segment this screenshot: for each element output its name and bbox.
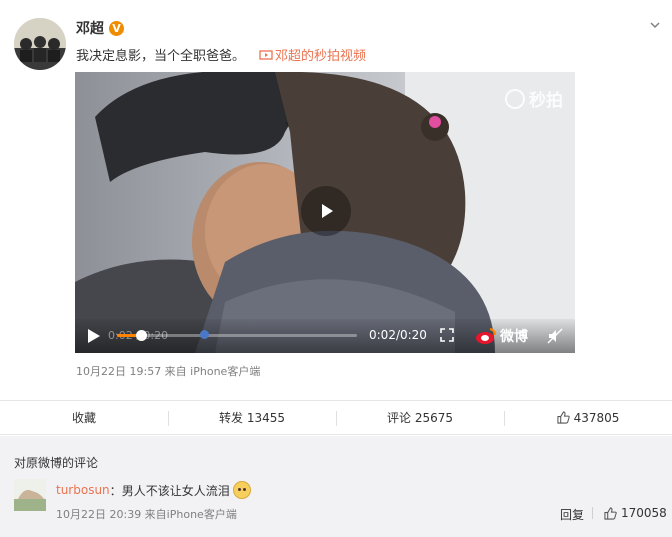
repost-button[interactable]: 转发 13455 [168,401,336,434]
progress-bar[interactable] [117,330,357,341]
comments-section: 对原微博的评论 turbosun ： 男人不该让女人流泪 10月22日 20:3… [0,436,672,537]
comment-like-button[interactable]: 170058 [604,506,667,520]
favorite-label: 收藏 [71,411,96,425]
comment-like-count: 170058 [621,506,667,520]
comment-line: turbosun ： 男人不该让女人流泪 [56,481,251,499]
video-link[interactable]: 邓超的秒拍视频 [259,45,366,64]
post-text-row: 我决定息影，当个全职爸爸。 邓超的秒拍视频 [76,45,366,64]
verified-badge-icon: V [109,20,124,36]
mute-icon[interactable] [547,328,563,344]
comment-button[interactable]: 评论 25675 [336,401,504,434]
action-bar: 收藏 转发 13455 评论 25675 437805 [0,400,672,435]
comment-user[interactable]: turbosun [56,483,110,497]
comment-separator: ： [109,483,122,498]
video-controls: 0:02 / 0:20 0:02/0:20 微博 [75,319,575,353]
play-icon [322,204,333,218]
fullscreen-icon[interactable] [440,328,454,342]
weibo-brand: 微博 [475,326,528,346]
comment-meta: 10月22日 20:39 来自iPhone客户端 [56,508,237,521]
like-count: 437805 [573,410,620,425]
watermark-icon [505,88,525,109]
divider [592,507,593,519]
weibo-brand-text: 微博 [500,329,528,345]
video-player[interactable]: 秒拍 0:02 / 0:20 0:02/0:20 [75,72,575,353]
emoji-icon [232,481,251,499]
video-link-icon [259,49,273,60]
time-display: 0:02/0:20 [369,328,427,342]
reply-button[interactable]: 回复 [560,506,584,523]
weibo-logo-icon [476,328,496,344]
buffer-indicator [200,330,209,339]
watermark: 秒拍 [505,86,563,111]
progress-knob[interactable] [136,330,147,341]
comment-text: 男人不该让女人流泪 [121,483,230,498]
thumbs-up-icon [604,506,617,520]
author-avatar[interactable] [14,18,66,70]
repost-label: 转发 13455 [219,411,285,425]
thumbs-up-icon [557,411,570,424]
author-name[interactable]: 邓超 [76,18,104,38]
video-link-label: 邓超的秒拍视频 [275,49,367,64]
weibo-post-card: 邓超 V 我决定息影，当个全职爸爸。 邓超的秒拍视频 秒拍 0:20 0:02/… [0,0,672,537]
favorite-button[interactable]: 收藏 [0,401,168,434]
post-meta[interactable]: 10月22日 19:57 来自 iPhone客户端 [76,363,260,379]
play-button[interactable] [301,186,351,236]
author-row: 邓超 V [76,18,124,38]
comment-avatar[interactable] [14,479,46,511]
like-button[interactable]: 437805 [504,401,672,434]
post-text: 我决定息影，当个全职爸爸。 [76,49,246,64]
chevron-down-icon[interactable] [648,18,662,32]
watermark-text: 秒拍 [529,91,563,111]
comment-label: 评论 25675 [387,411,453,425]
control-play-icon[interactable] [84,327,102,345]
comments-header: 对原微博的评论 [14,456,99,470]
